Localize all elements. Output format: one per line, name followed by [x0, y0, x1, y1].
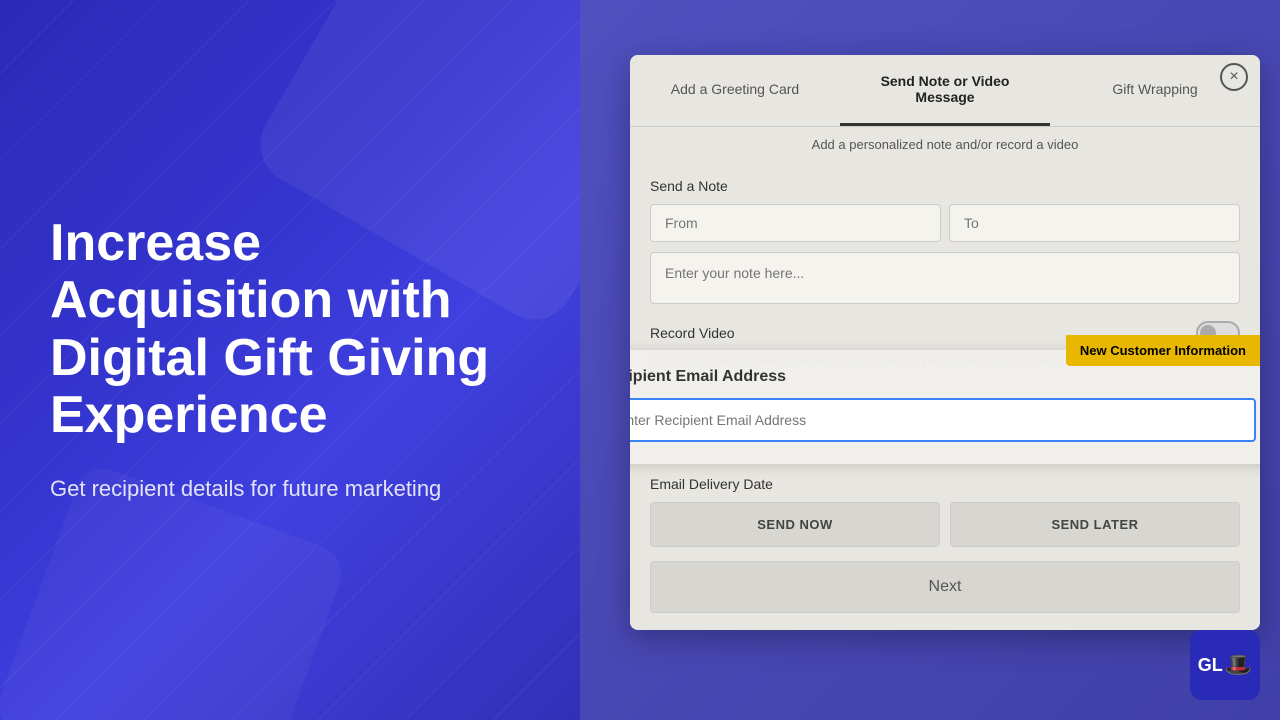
note-textarea[interactable] [650, 252, 1240, 304]
recipient-email-title: Recipient Email Address [630, 368, 1256, 386]
close-button[interactable]: × [1220, 63, 1248, 91]
next-button[interactable]: Next [650, 561, 1240, 613]
left-panel: Increase Acquisition with Digital Gift G… [0, 0, 580, 720]
modal: Add a Greeting Card Send Note or Video M… [630, 55, 1260, 630]
logo-icon: 🎩 [1225, 652, 1252, 678]
logo: GL 🎩 [1190, 630, 1260, 700]
hero-title: Increase Acquisition with Digital Gift G… [50, 215, 530, 444]
hero-subtitle: Get recipient details for future marketi… [50, 474, 530, 505]
recipient-email-input[interactable] [630, 398, 1256, 442]
modal-subtitle: Add a personalized note and/or record a … [630, 127, 1260, 162]
from-to-row [650, 204, 1240, 242]
send-later-button[interactable]: SEND LATER [950, 502, 1240, 547]
record-video-label: Record Video [650, 325, 735, 341]
logo-text: GL [1198, 655, 1223, 676]
delivery-options: SEND NOW SEND LATER [650, 502, 1240, 547]
right-panel: Add a Greeting Card Send Note or Video M… [580, 0, 1280, 720]
recipient-email-overlay: Recipient Email Address [630, 350, 1260, 464]
modal-tabs: Add a Greeting Card Send Note or Video M… [630, 55, 1260, 127]
from-input[interactable] [650, 204, 941, 242]
email-delivery-label: Email Delivery Date [650, 476, 1240, 492]
to-input[interactable] [949, 204, 1240, 242]
tab-greeting-card[interactable]: Add a Greeting Card [630, 55, 840, 126]
send-note-label: Send a Note [650, 178, 1240, 194]
send-now-button[interactable]: SEND NOW [650, 502, 940, 547]
new-customer-badge[interactable]: New Customer Information [1066, 335, 1260, 366]
tab-send-note[interactable]: Send Note or Video Message [840, 55, 1050, 126]
